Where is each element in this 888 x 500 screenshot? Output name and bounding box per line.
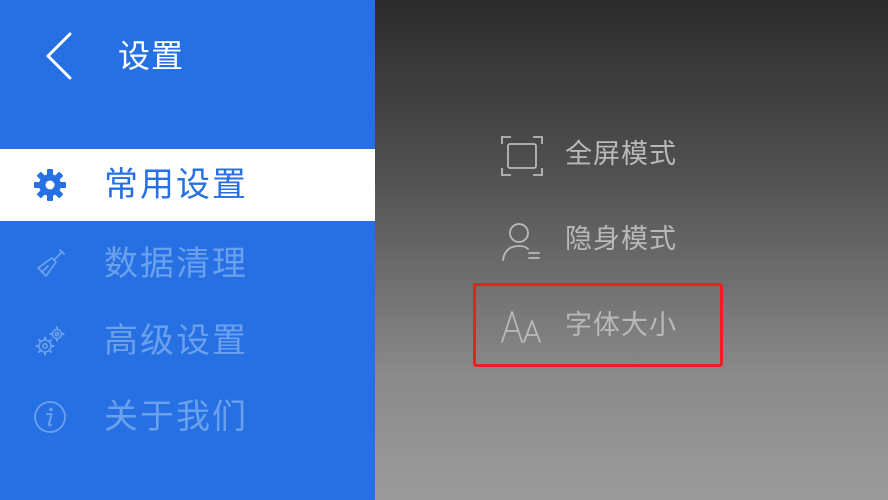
back-button[interactable] — [34, 28, 84, 84]
option-label: 字体大小 — [565, 310, 677, 341]
settings-screen: 设置 常用设置 数据清理 高级设置 关于我们 全屏模式 隐身模式 字体大小 — [0, 0, 888, 500]
settings-sidebar: 设置 常用设置 数据清理 高级设置 关于我们 — [0, 0, 380, 500]
info-icon — [32, 399, 68, 435]
fullscreen-mode-option[interactable]: 全屏模式 — [475, 127, 735, 183]
font-size-option[interactable]: 字体大小 — [475, 298, 735, 354]
sidebar-item-general-settings[interactable]: 常用设置 — [0, 149, 380, 221]
broom-icon — [32, 246, 68, 282]
page-title: 设置 — [118, 37, 185, 75]
sidebar-item-advanced-settings[interactable]: 高级设置 — [0, 305, 375, 377]
sidebar-item-data-cleanup[interactable]: 数据清理 — [0, 228, 375, 300]
chevron-left-icon — [46, 32, 72, 80]
sidebar-item-about-us[interactable]: 关于我们 — [0, 381, 375, 453]
sidebar-item-label: 高级设置 — [104, 321, 248, 361]
gear-icon — [32, 167, 68, 203]
sidebar-item-label: 常用设置 — [104, 165, 248, 205]
gears-icon — [32, 323, 68, 359]
option-label: 全屏模式 — [565, 139, 677, 170]
settings-header: 设置 — [0, 0, 375, 110]
option-label: 隐身模式 — [565, 224, 677, 255]
incognito-mode-option[interactable]: 隐身模式 — [475, 212, 735, 268]
settings-options-panel: 全屏模式 隐身模式 字体大小 — [375, 0, 888, 500]
incognito-user-icon — [499, 218, 545, 264]
fullscreen-icon — [499, 133, 545, 179]
font-size-icon — [499, 304, 545, 350]
sidebar-item-label: 数据清理 — [104, 244, 248, 284]
sidebar-item-label: 关于我们 — [104, 397, 248, 437]
